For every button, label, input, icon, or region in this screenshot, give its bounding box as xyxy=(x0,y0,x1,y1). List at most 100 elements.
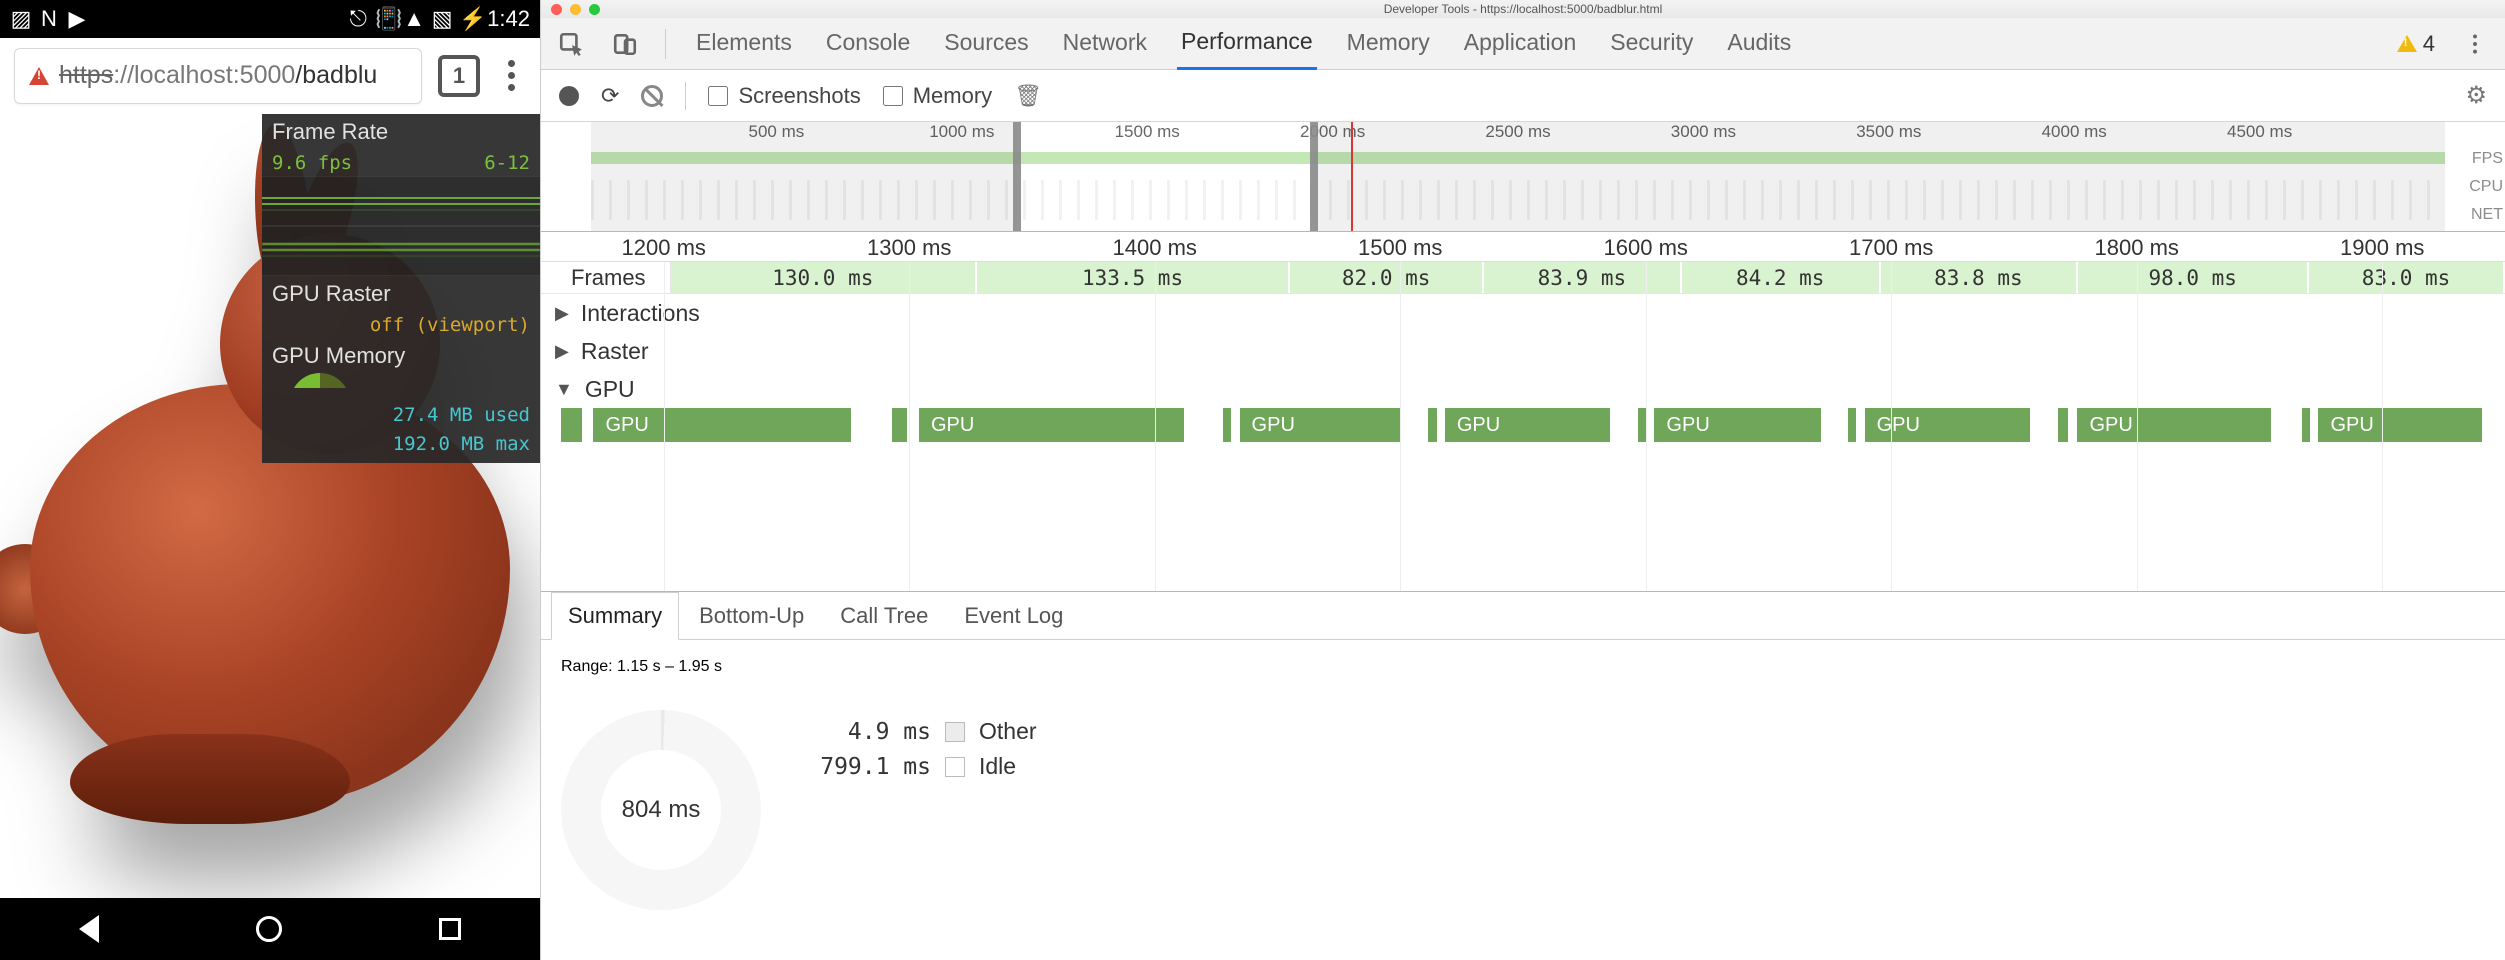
window-titlebar: Developer Tools - https://localhost:5000… xyxy=(541,0,2505,18)
gpu-memory-pie xyxy=(262,371,540,399)
flame-tick: 1300 ms xyxy=(867,235,951,261)
frame-cell[interactable]: 83.0 ms xyxy=(2309,262,2505,293)
gpu-block[interactable]: GPU xyxy=(919,408,1186,442)
fps-title: Frame Rate xyxy=(272,119,388,145)
capture-settings-icon[interactable]: ⚙ xyxy=(2465,81,2487,110)
memory-checkbox[interactable] xyxy=(883,86,903,106)
tab-network[interactable]: Network xyxy=(1059,19,1151,68)
frames-lane: Frames 130.0 ms133.5 ms82.0 ms83.9 ms84.… xyxy=(541,262,2505,294)
gpu-block[interactable]: GPU xyxy=(593,408,853,442)
frame-cell[interactable]: 130.0 ms xyxy=(671,262,977,293)
android-status-bar: ▨ N ▶ ⎋ 📳 ▲ ▧ ⚡ 1:42 xyxy=(0,0,540,38)
gpu-block[interactable]: GPU xyxy=(1654,408,1822,442)
overview-handle-right[interactable] xyxy=(1310,122,1318,231)
gpu-sliver[interactable] xyxy=(1428,408,1438,442)
legend-ms: 4.9 ms xyxy=(801,719,931,745)
screenshots-toggle[interactable]: Screenshots xyxy=(708,83,860,109)
summary-total: 804 ms xyxy=(622,796,701,824)
gpu-block[interactable]: GPU xyxy=(1445,408,1613,442)
garbage-collect-icon[interactable]: 🗑 xyxy=(1014,83,1042,109)
performance-toolbar: ⟳ Screenshots Memory 🗑 ⚙ xyxy=(541,70,2505,122)
overview-tick: 1500 ms xyxy=(1115,122,1180,142)
frame-cell[interactable]: 82.0 ms xyxy=(1290,262,1484,293)
summary-legend: 4.9 msOther 799.1 msIdle xyxy=(801,710,1037,788)
clear-button[interactable] xyxy=(641,85,663,107)
tab-security[interactable]: Security xyxy=(1606,19,1697,68)
frametime-sparkline xyxy=(262,226,540,276)
notif-n-icon: N xyxy=(38,6,60,32)
tab-sources[interactable]: Sources xyxy=(940,19,1032,68)
legend-swatch xyxy=(945,757,965,777)
flame-tick: 1700 ms xyxy=(1849,235,1933,261)
legend-ms: 799.1 ms xyxy=(801,754,931,780)
summary-donut: 804 ms xyxy=(561,710,761,910)
tabs-button[interactable]: 1 xyxy=(438,55,480,97)
overview-handle-left[interactable] xyxy=(1013,122,1021,231)
omnibox[interactable]: https://localhost:5000/badblu xyxy=(14,48,422,104)
frame-cell[interactable]: 84.2 ms xyxy=(1682,262,1881,293)
chevron-down-icon: ▼ xyxy=(555,379,573,400)
legend-row: 799.1 msIdle xyxy=(801,753,1037,780)
divider xyxy=(665,29,666,59)
chrome-toolbar: https://localhost:5000/badblu 1 xyxy=(0,38,540,114)
legend-swatch xyxy=(945,722,965,742)
devtools-window: Developer Tools - https://localhost:5000… xyxy=(540,0,2505,960)
gpu-sliver[interactable] xyxy=(2058,408,2070,442)
status-time: 1:42 xyxy=(487,6,530,32)
tab-elements[interactable]: Elements xyxy=(692,19,796,68)
record-button[interactable] xyxy=(559,86,579,106)
gpu-sliver[interactable] xyxy=(1848,408,1858,442)
recents-button-icon[interactable] xyxy=(439,918,461,940)
device-toolbar-icon[interactable] xyxy=(611,30,639,58)
inspect-element-icon[interactable] xyxy=(557,30,585,58)
gpu-sliver[interactable] xyxy=(567,408,583,442)
gpu-block[interactable]: GPU xyxy=(1240,408,1404,442)
tab-console[interactable]: Console xyxy=(822,19,914,68)
detail-tab-call-tree[interactable]: Call Tree xyxy=(824,593,944,639)
gpu-lane-head[interactable]: ▼GPU xyxy=(541,370,2505,408)
frame-cell[interactable]: 133.5 ms xyxy=(977,262,1291,293)
back-button-icon[interactable] xyxy=(79,915,99,943)
gpu-sliver[interactable] xyxy=(2302,408,2312,442)
raster-lane[interactable]: ▶Raster xyxy=(541,332,2505,370)
frame-cell[interactable]: 98.0 ms xyxy=(2078,262,2309,293)
gpu-track: GPU GPU GPU GPU GPU GPU GPU GPU xyxy=(561,408,2505,442)
tab-performance[interactable]: Performance xyxy=(1177,18,1317,70)
gpu-memory-label: GPU Memory xyxy=(272,343,405,369)
fps-value: 9.6 fps xyxy=(272,152,352,174)
overflow-menu-icon[interactable] xyxy=(496,60,526,91)
frame-cell[interactable]: 83.8 ms xyxy=(1881,262,2079,293)
detail-tab-event-log[interactable]: Event Log xyxy=(948,593,1079,639)
gpu-sliver[interactable] xyxy=(1223,408,1233,442)
legend-row: 4.9 msOther xyxy=(801,718,1037,745)
screenshots-checkbox[interactable] xyxy=(708,86,728,106)
timeline-overview[interactable]: 500 ms1000 ms1500 ms2000 ms2500 ms3000 m… xyxy=(541,122,2505,232)
interactions-lane[interactable]: ▶Interactions xyxy=(541,294,2505,332)
gpu-block[interactable]: GPU xyxy=(2077,408,2273,442)
warning-icon xyxy=(2397,35,2417,52)
home-button-icon[interactable] xyxy=(256,916,282,942)
frame-cell[interactable]: 83.9 ms xyxy=(1484,262,1682,293)
no-sim-icon: ▧ xyxy=(431,6,453,32)
reload-record-button[interactable]: ⟳ xyxy=(601,83,619,109)
flame-tick: 1500 ms xyxy=(1358,235,1442,261)
flame-tick: 1800 ms xyxy=(2095,235,2179,261)
tab-memory[interactable]: Memory xyxy=(1343,19,1434,68)
page-viewport[interactable]: Frame Rate 9.6 fps 6-12 GPU Raster off (… xyxy=(0,114,540,898)
wifi-icon: ▲ xyxy=(403,6,425,32)
memory-toggle[interactable]: Memory xyxy=(883,83,992,109)
flame-tick: 1200 ms xyxy=(622,235,706,261)
tab-audits[interactable]: Audits xyxy=(1723,19,1795,68)
gpu-sliver[interactable] xyxy=(892,408,909,442)
devtools-overflow-icon[interactable] xyxy=(2461,30,2489,58)
warnings-badge[interactable]: 4 xyxy=(2397,31,2435,57)
divider xyxy=(685,82,686,110)
tab-application[interactable]: Application xyxy=(1460,19,1581,68)
detail-tab-bottom-up[interactable]: Bottom-Up xyxy=(683,593,820,639)
traffic-lights[interactable] xyxy=(551,4,600,15)
flamechart-area[interactable]: 1200 ms1300 ms1400 ms1500 ms1600 ms1700 … xyxy=(541,232,2505,592)
gpu-block[interactable]: GPU xyxy=(2318,408,2484,442)
detail-tab-summary[interactable]: Summary xyxy=(551,592,679,640)
notif-image-icon: ▨ xyxy=(10,6,32,32)
gpu-block[interactable]: GPU xyxy=(1865,408,2032,442)
